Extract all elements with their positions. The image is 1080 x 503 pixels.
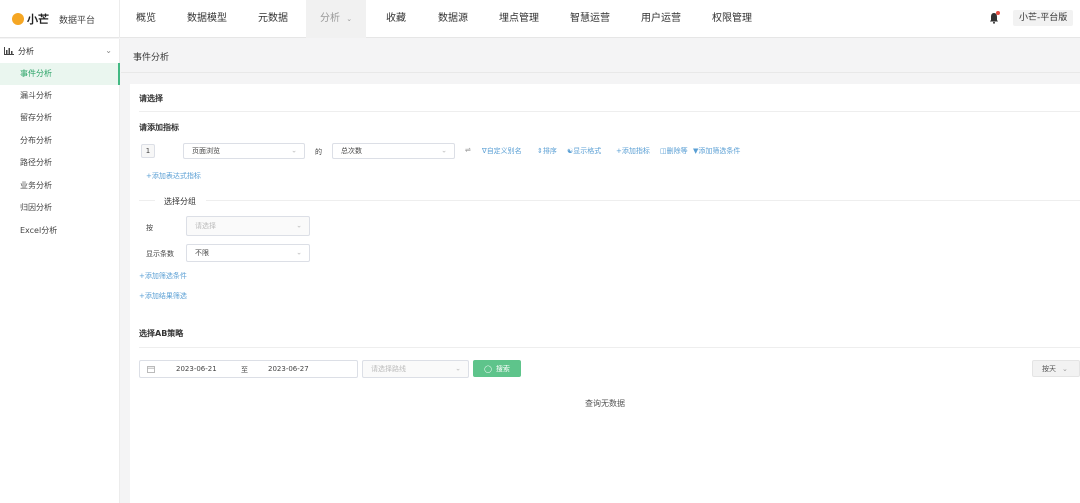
page-header: 事件分析 [121,39,1080,73]
sort-button[interactable]: ⇕排序 [537,146,557,156]
chevron-down-icon: ⌄ [291,146,297,155]
chevron-down-icon: ⌄ [1062,364,1068,373]
top-bar: 小芒 数据平台 概览 数据模型 元数据 分析 ⌄ 收藏 数据源 埋点管理 智慧运… [0,0,1080,38]
add-filter-condition-label: 添加筛选条件 [698,147,741,155]
page-title: 事件分析 [133,53,170,63]
strategy-select[interactable]: 请选择路线 ⌄ [362,360,469,378]
nav-favorites[interactable]: 收藏 [386,0,406,38]
group-by-placeholder: 请选择 [195,222,216,230]
sidebar-item-event-analysis[interactable]: 事件分析 [0,63,120,85]
event-select-value: 页面浏览 [192,147,220,155]
custom-alias-button[interactable]: ∇自定义别名 [482,146,522,156]
group-by-select[interactable]: 请选择 ⌄ [186,216,310,236]
rows-select[interactable]: 不限 ⌄ [186,244,310,262]
search-icon: ◯ [484,364,492,373]
sidebar-item-excel[interactable]: Excel分析 [0,220,120,242]
sidebar: 分析 ⌄ 事件分析 漏斗分析 留存分析 分布分析 路径分析 业务分析 归因分析 … [0,39,120,503]
chevron-down-icon: ⌄ [296,221,302,230]
add-filter-condition-button[interactable]: ▼添加筛选条件 [693,146,740,156]
nav-user-ops[interactable]: 用户运营 [641,0,681,38]
chevron-down-icon: ⌄ [296,248,302,257]
empty-state: 查询无数据 [585,399,625,408]
nav-data-model[interactable]: 数据模型 [187,0,227,38]
calendar-icon [147,366,155,373]
sidebar-item-attribution[interactable]: 归因分析 [0,197,120,219]
divider [206,200,1080,201]
divider [139,111,1080,112]
date-separator: 至 [241,366,248,374]
analysis-panel: 请选择 请添加指标 1 页面浏览 ⌄ 的 总次数 ⌄ ⇌ ∇自定义别名 ⇕排序 … [130,84,1080,503]
time-unit-value: 按天 [1042,364,1056,373]
metric-heading: 请添加指标 [139,123,179,132]
time-unit-select[interactable]: 按天 ⌄ [1032,360,1080,377]
divider [139,347,1080,348]
date-start[interactable]: 2023-06-21 [176,365,217,373]
ab-heading: 选择AB策略 [139,329,184,338]
add-metric-label: 添加指标 [621,147,650,155]
chevron-down-icon: ⌄ [346,15,353,23]
by-label: 按 [146,224,153,232]
brand-subtitle: 数据平台 [59,15,96,26]
nav-data-source[interactable]: 数据源 [438,0,468,38]
of-label: 的 [315,148,322,156]
nav-overview[interactable]: 概览 [136,0,156,38]
date-range-picker[interactable]: 2023-06-21 至 2023-06-27 [139,360,358,378]
delete-button[interactable]: ◫删除等 [660,146,688,156]
custom-alias-label: 自定义别名 [486,147,522,155]
delete-label: 删除等 [666,147,688,155]
notification-dot [996,11,1000,15]
measure-select-value: 总次数 [341,147,362,155]
nav-analysis[interactable]: 分析 ⌄ [306,0,367,38]
nav-tracking[interactable]: 埋点管理 [499,0,539,38]
sidebar-group-label: 分析 [18,46,34,56]
metric-index: 1 [141,144,155,158]
add-expression-metric-link[interactable]: +添加表达式指标 [146,171,201,181]
rows-select-value: 不限 [195,249,209,257]
brand-name: 小芒 [27,13,49,26]
search-button-label: 搜索 [495,364,510,373]
event-select[interactable]: 页面浏览 ⌄ [183,143,305,159]
measure-select[interactable]: 总次数 ⌄ [332,143,455,159]
sidebar-item-distribution[interactable]: 分布分析 [0,130,120,152]
display-format-label: 显示格式 [573,147,602,155]
nav-permissions[interactable]: 权限管理 [712,0,752,38]
trash-icon: ◫ [660,147,667,155]
nav-metadata[interactable]: 元数据 [258,0,288,38]
search-button[interactable]: ◯ 搜索 [473,360,521,377]
bar-chart-icon [4,47,14,55]
sidebar-item-path[interactable]: 路径分析 [0,152,120,174]
group-heading: 选择分组 [164,197,196,206]
select-heading: 请选择 [139,94,163,103]
display-format-button[interactable]: ☯显示格式 [567,146,601,156]
chevron-down-icon: ⌄ [455,364,461,373]
sidebar-group-analysis[interactable]: 分析 ⌄ [0,39,120,63]
logo[interactable]: 小芒 数据平台 [12,10,95,28]
sidebar-item-business[interactable]: 业务分析 [0,175,120,197]
sidebar-item-retention[interactable]: 留存分析 [0,107,120,129]
user-menu[interactable]: 小芒-平台版 [1013,10,1074,26]
add-metric-button[interactable]: +添加指标 [616,146,650,156]
nav-smart-ops[interactable]: 智慧运营 [570,0,610,38]
header-divider [119,0,120,38]
divider [139,200,155,201]
main-content: 事件分析 请选择 请添加指标 1 页面浏览 ⌄ 的 总次数 ⌄ ⇌ ∇自定义别名… [121,39,1080,503]
add-filter-link[interactable]: +添加筛选条件 [139,271,187,281]
sort-label: 排序 [542,147,557,155]
strategy-placeholder: 请选择路线 [371,365,406,373]
chevron-down-icon: ⌄ [105,46,112,55]
link-icon[interactable]: ⇌ [465,146,471,154]
sidebar-item-funnel[interactable]: 漏斗分析 [0,85,120,107]
date-end[interactable]: 2023-06-27 [268,365,309,373]
rows-label: 显示条数 [146,250,174,258]
add-result-filter-link[interactable]: +添加结果筛选 [139,291,187,301]
chevron-down-icon: ⌄ [441,146,447,155]
nav-analysis-label: 分析 [320,13,340,24]
logo-icon [12,13,24,25]
